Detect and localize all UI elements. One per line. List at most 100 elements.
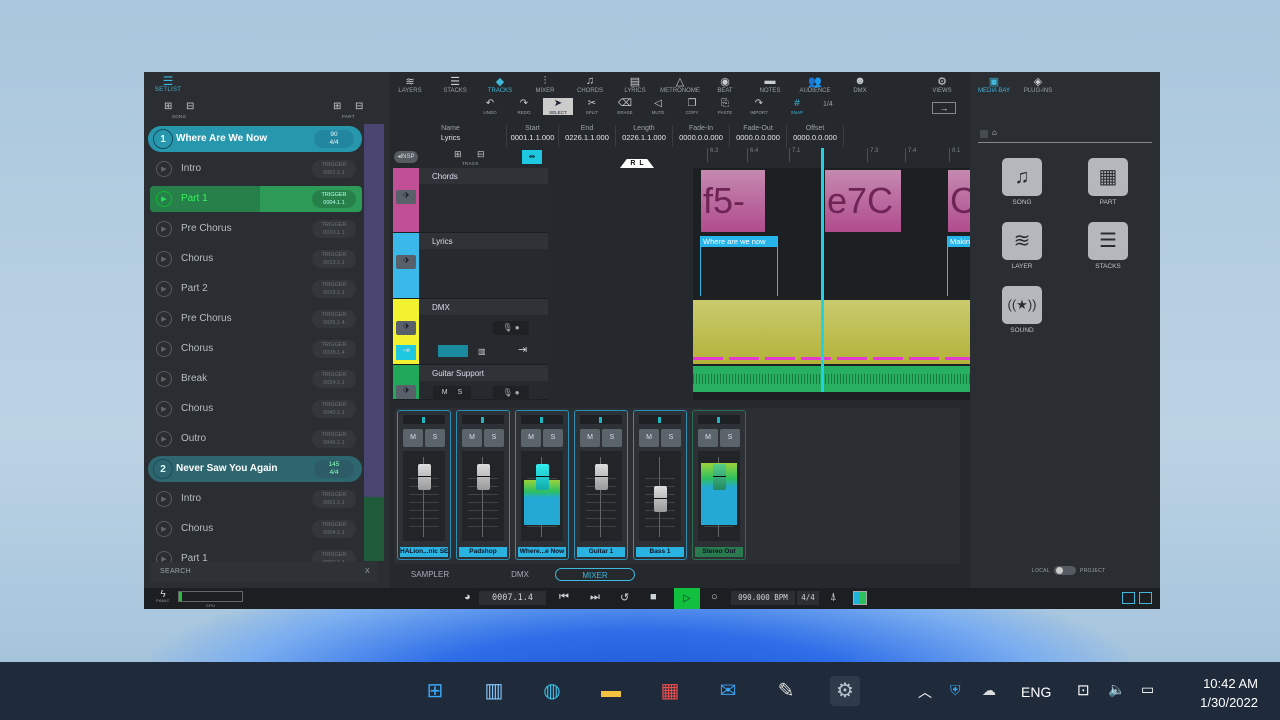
solo-button[interactable]: S: [661, 429, 681, 447]
song-row[interactable]: 1 Where Are We Now 90 4/4: [148, 126, 362, 152]
tag-icon[interactable]: ⬗: [396, 190, 416, 204]
solo-button[interactable]: S: [543, 429, 563, 447]
chord-event[interactable]: f5-: [701, 170, 765, 232]
tool-redo[interactable]: ↷ REDO: [509, 98, 539, 115]
tool-paste[interactable]: ⎘ PASTE: [710, 98, 740, 115]
play-icon[interactable]: ▶: [156, 191, 172, 207]
clear-search-button[interactable]: X: [365, 568, 370, 575]
store-icon[interactable]: ▦: [655, 676, 685, 706]
part-row[interactable]: ▶ Pre Chorus TRIGGER 0010.1.1: [150, 216, 362, 242]
tab-dmx[interactable]: ☻ DMX: [838, 75, 882, 94]
tab-audience[interactable]: 👥 AUDIENCE: [793, 75, 837, 94]
part-row[interactable]: ▶ Pre Chorus TRIGGER 0025.1.4: [150, 306, 362, 332]
tab-views[interactable]: ⚙ VIEWS: [920, 75, 964, 94]
tool-split[interactable]: ✂ SPLIT: [577, 98, 607, 115]
mixer-channel[interactable]: M S HALion...nic SE: [397, 410, 451, 560]
start-icon[interactable]: ⊞: [420, 676, 450, 706]
tab-beat[interactable]: ◉ BEAT: [703, 75, 747, 94]
part-row[interactable]: ▶ Part 1 TRIGGER 0004.1.1: [150, 186, 362, 212]
fader-handle[interactable]: [536, 464, 549, 490]
tab-metronome[interactable]: △ METRONOME: [658, 75, 702, 94]
trigger-badge[interactable]: TRIGGER 0040.1.1: [312, 400, 356, 418]
tab-layers[interactable]: ≋ LAYERS: [388, 75, 432, 94]
play-icon[interactable]: ▶: [156, 221, 172, 237]
tool-import[interactable]: ↷ IMPORT: [744, 98, 774, 115]
record-button[interactable]: ○: [711, 591, 718, 603]
media-bay-layer[interactable]: ≋ LAYER: [1002, 222, 1042, 270]
part-row[interactable]: ▶ Chorus TRIGGER 0028.1.4: [150, 336, 362, 362]
trigger-badge[interactable]: TRIGGER 0001.1.1: [312, 160, 356, 178]
settings-icon[interactable]: ⚙: [830, 676, 860, 706]
tool-snap[interactable]: # SNAP: [782, 98, 812, 115]
tool-erase[interactable]: ⌫ ERASE: [610, 98, 640, 115]
part-row[interactable]: ▶ Chorus TRIGGER 0013.1.1: [150, 246, 362, 272]
lyric-event[interactable]: Where are we now: [700, 236, 778, 296]
chevron-up-icon[interactable]: ︿: [918, 682, 932, 702]
info-name[interactable]: Name Lyrics: [395, 125, 507, 147]
mixer-channel[interactable]: M S Padshop: [456, 410, 510, 560]
play-icon[interactable]: ▶: [156, 491, 172, 507]
tool-mute[interactable]: ◁ MUTE: [643, 98, 673, 115]
mute-button[interactable]: M: [580, 429, 600, 447]
go-to-start-button[interactable]: ⏮: [559, 591, 569, 604]
info-fade-in[interactable]: Fade-In 0000.0.0.000: [673, 125, 730, 147]
loop-button[interactable]: ↺: [620, 591, 629, 604]
solo-button[interactable]: S: [458, 389, 463, 396]
network-icon[interactable]: ⊡: [1077, 681, 1090, 699]
remove-track-button[interactable]: ⊟: [477, 149, 485, 160]
stop-button[interactable]: ■: [650, 591, 657, 603]
play-icon[interactable]: ▶: [156, 341, 172, 357]
media-bay-part[interactable]: ▦ PART: [1088, 158, 1128, 206]
play-icon[interactable]: ▶: [156, 371, 172, 387]
tab-chords[interactable]: ♫ CHORDS: [568, 75, 612, 94]
mixer-channel[interactable]: M S Where...e Now: [515, 410, 569, 560]
solo-button[interactable]: S: [425, 429, 445, 447]
playhead[interactable]: [821, 148, 824, 392]
track-guitar-support[interactable]: Guitar Support ⬗ M S 🎙 ●: [393, 365, 548, 400]
home-icon[interactable]: ⌂: [992, 128, 997, 137]
info-end[interactable]: End 0226.1.1.000: [559, 125, 616, 147]
mute-button[interactable]: M: [521, 429, 541, 447]
mail-icon[interactable]: ✉: [713, 676, 743, 706]
fader-handle[interactable]: [654, 486, 667, 512]
checkbox[interactable]: [980, 130, 988, 138]
trigger-badge[interactable]: TRIGGER0007.1.1: [312, 550, 356, 562]
tool-undo[interactable]: ↶ UNDO: [475, 98, 505, 115]
fader-handle[interactable]: [713, 464, 726, 490]
file-explorer-icon[interactable]: ▬: [596, 676, 626, 706]
input-icon[interactable]: ⇥: [396, 345, 416, 360]
tab-plug-ins[interactable]: ◈ PLUG-INS: [1016, 75, 1060, 94]
mixer-channel[interactable]: M S Guitar 1: [574, 410, 628, 560]
tag-icon[interactable]: ⬗: [396, 255, 416, 269]
tab-mixer[interactable]: ⫶ MIXER: [523, 75, 567, 94]
tag-icon[interactable]: ⬗: [396, 321, 416, 335]
play-icon[interactable]: ▶: [156, 401, 172, 417]
security-icon[interactable]: ⛨: [950, 682, 961, 699]
local-project-toggle[interactable]: [1054, 566, 1076, 575]
trigger-badge[interactable]: TRIGGER 0034.1.1: [312, 370, 356, 388]
song-row[interactable]: 2 Never Saw You Again 145 4/4: [148, 456, 362, 482]
widgets-icon[interactable]: ▥: [479, 676, 509, 706]
track-dmx[interactable]: DMX ⬗ 🎙 ● ▥ ⇥ ⇥: [393, 299, 548, 365]
info-start[interactable]: Start 0001.1.1.000: [507, 125, 559, 147]
mixer-channel[interactable]: M S Stereo Out: [692, 410, 746, 560]
layout-right-button[interactable]: [1139, 592, 1152, 604]
track-lyrics[interactable]: Lyrics ⬗: [393, 233, 548, 299]
tab-stacks[interactable]: ☰ STACKS: [433, 75, 477, 94]
layout-left-button[interactable]: [1122, 592, 1135, 604]
fader-handle[interactable]: [477, 464, 490, 490]
app-icon[interactable]: ✎: [771, 676, 801, 706]
mute-button[interactable]: M: [442, 389, 448, 396]
tempo-display[interactable]: 090.000 BPM: [731, 591, 795, 605]
locators[interactable]: R L: [620, 159, 654, 168]
part-row[interactable]: ▶ Part 1 TRIGGER0007.1.1: [150, 546, 362, 562]
mute-button[interactable]: M: [462, 429, 482, 447]
language-indicator[interactable]: ENG: [1021, 684, 1051, 700]
signature-display[interactable]: 4/4: [797, 591, 819, 605]
play-button[interactable]: ▷: [674, 588, 700, 609]
play-icon[interactable]: ▶: [156, 551, 172, 562]
tab-media-bay[interactable]: ▣ MEDIA BAY: [972, 75, 1016, 94]
tab-bottom-dmx[interactable]: DMX: [500, 568, 540, 581]
fader-handle[interactable]: [595, 464, 608, 490]
add-track-button[interactable]: ⊞: [454, 149, 462, 160]
